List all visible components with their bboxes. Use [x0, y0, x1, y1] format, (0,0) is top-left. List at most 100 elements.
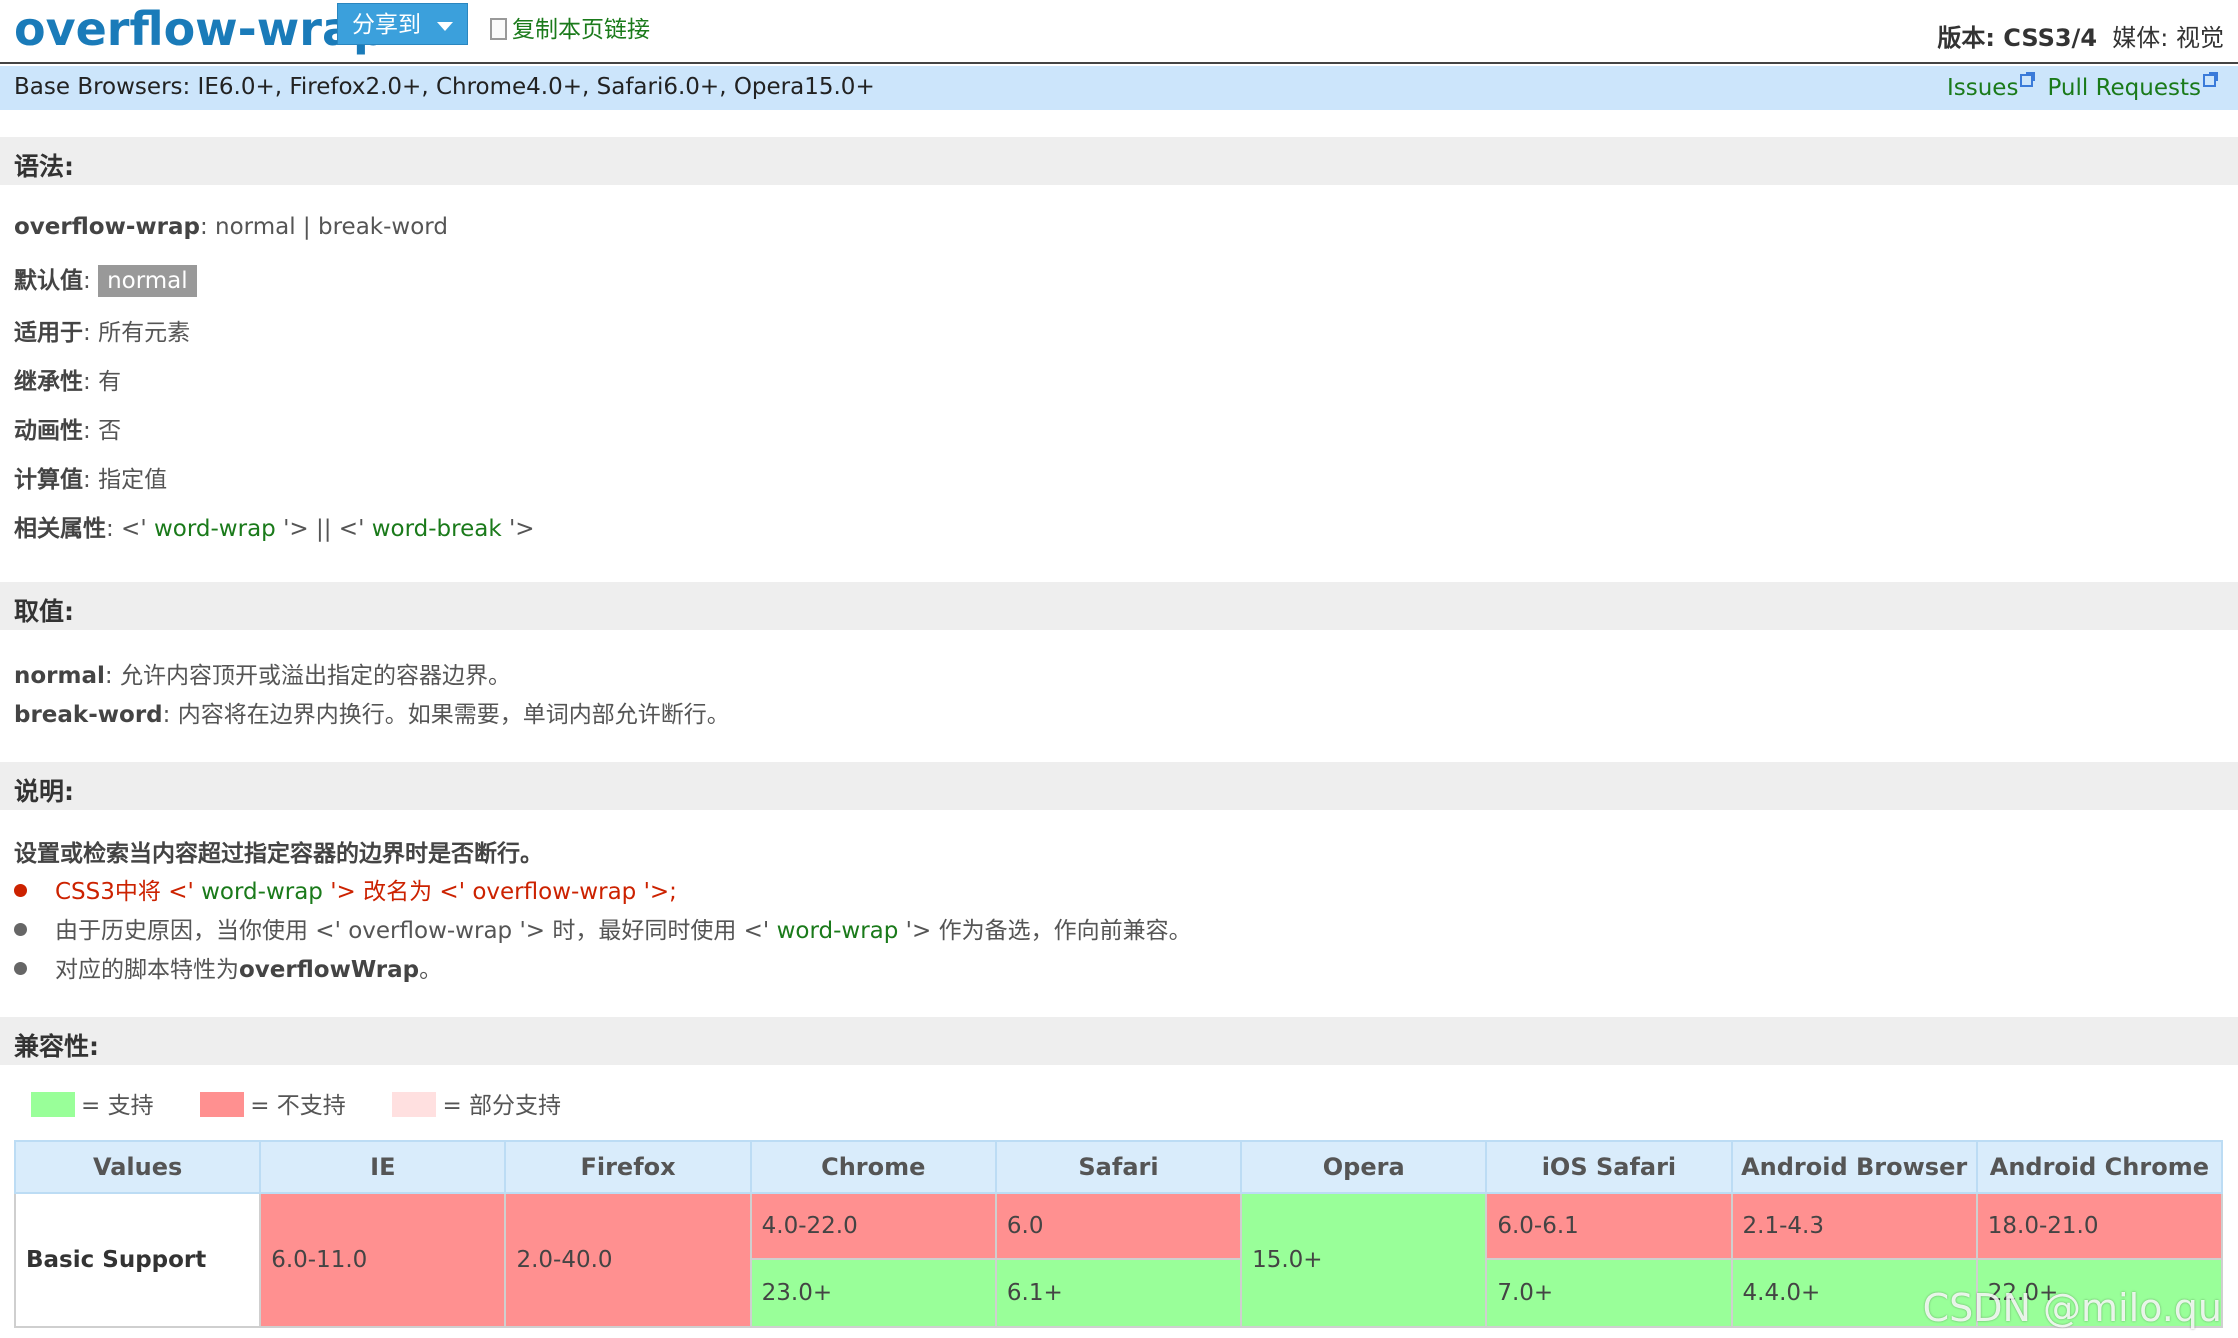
value-normal-desc: 允许内容顶开或溢出指定的容器边界。 [119, 663, 511, 689]
note-3a: 对应的脚本特性为 [55, 957, 239, 983]
related-word-wrap-link[interactable]: word-wrap [154, 516, 276, 542]
copy-link-label: 复制本页链接 [512, 17, 650, 43]
property-name: overflow-wrap [14, 214, 200, 240]
android-unsupported: 2.1-4.3 [1732, 1194, 1976, 1260]
note-1d: overflow-wrap [472, 879, 637, 905]
value-break-word-desc: 内容将在边界内换行。如果需要，单词内部允许断行。 [177, 702, 730, 728]
media-label: 媒体 [2112, 24, 2161, 52]
applies-row: 适用于: 所有元素 [14, 320, 191, 346]
word-wrap-link[interactable]: word-wrap [201, 879, 323, 905]
inherit-value: 有 [98, 369, 122, 395]
related-word-break-link[interactable]: word-break [372, 516, 502, 542]
animation-row: 动画性: 否 [14, 418, 122, 444]
related-label: 相关属性 [14, 516, 106, 542]
caret-down-icon [437, 22, 453, 31]
col-header: Values [13, 1140, 262, 1194]
notes-heading: 说明: [14, 777, 74, 806]
bullet-icon [14, 923, 27, 936]
note-2a: 由于历史原因，当你使用 <' overflow-wrap '> 时，最好同时使用… [55, 918, 777, 944]
android-chrome-unsupported: 18.0-21.0 [1977, 1194, 2221, 1260]
header-divider [0, 62, 2238, 64]
note-item: CSS3中将 <' word-wrap '> 改名为 <' overflow-w… [14, 872, 677, 906]
copy-link[interactable]: 复制本页链接 [490, 10, 650, 44]
document-icon [490, 18, 507, 40]
issues-link[interactable]: Issues [1947, 75, 2018, 101]
note-3b: overflowWrap [239, 957, 420, 983]
notes-header [0, 762, 2238, 810]
opera-support: 15.0+ [1252, 1247, 1323, 1273]
value-normal-row: normal: 允许内容顶开或溢出指定的容器边界。 [14, 663, 511, 689]
compat-header [0, 1017, 2238, 1065]
default-row: 默认值: normal [14, 261, 197, 297]
chrome-supported: 23.0+ [751, 1260, 995, 1326]
ios-supported: 7.0+ [1487, 1260, 1731, 1326]
compat-row-basic-support: Basic Support 6.0-11.0 2.0-40.0 4.0-22.0… [13, 1192, 2224, 1328]
animation-label: 动画性 [14, 418, 83, 444]
bullet-icon [14, 884, 27, 897]
note-1a: CSS3中将 <' [55, 879, 202, 905]
computed-value: 指定值 [98, 467, 168, 493]
share-button[interactable]: 分享到 [337, 3, 468, 45]
col-header: Opera [1240, 1140, 1488, 1194]
col-header: Android Chrome [1975, 1140, 2224, 1194]
related-row: 相关属性: <' word-wrap '> || <' word-break '… [14, 516, 535, 542]
syntax-row: overflow-wrap: normal | break-word [14, 214, 448, 240]
safari-unsupported: 6.0 [996, 1194, 1241, 1260]
note-item: 由于历史原因，当你使用 <' overflow-wrap '> 时，最好同时使用… [14, 911, 1192, 945]
value-normal-name: normal [14, 663, 105, 689]
share-label: 分享到 [352, 12, 421, 38]
page-title: overflow-wrap [14, 2, 386, 56]
legend-partial-swatch [392, 1092, 437, 1117]
repo-links: Issues Pull Requests [1947, 72, 2218, 101]
default-value-badge: normal [98, 265, 197, 297]
firefox-support: 2.0-40.0 [516, 1247, 613, 1273]
col-header: Android Browser [1730, 1140, 1978, 1194]
values-heading: 取值: [14, 597, 74, 626]
note-1c: '> 改名为 <' [322, 879, 473, 905]
animation-value: 否 [98, 418, 122, 444]
compat-table: Values IE Firefox Chrome Safari Opera iO… [13, 1140, 2224, 1328]
inherit-label: 继承性 [14, 369, 83, 395]
computed-row: 计算值: 指定值 [14, 467, 168, 493]
compat-heading: 兼容性: [14, 1032, 99, 1061]
legend-supported-swatch [31, 1092, 75, 1117]
external-link-icon [2203, 72, 2218, 87]
inherit-row: 继承性: 有 [14, 369, 122, 395]
external-link-icon [2020, 72, 2036, 87]
syntax-header [0, 137, 2238, 185]
bullet-icon [14, 962, 27, 975]
value-break-word-name: break-word [14, 702, 163, 728]
version-info: 版本: CSS3/4 媒体: 视觉 [1937, 24, 2224, 52]
chrome-unsupported: 4.0-22.0 [751, 1194, 995, 1260]
note-3c: 。 [419, 957, 443, 983]
version-value: CSS3/4 [2003, 24, 2098, 52]
base-browsers-text: Base Browsers: IE6.0+, Firefox2.0+, Chro… [14, 74, 875, 100]
row-label: Basic Support [16, 1194, 260, 1326]
values-header [0, 582, 2238, 630]
applies-label: 适用于 [14, 320, 83, 346]
note-2c: '> 作为备选，作向前兼容。 [898, 918, 1192, 944]
value-break-word-row: break-word: 内容将在边界内换行。如果需要，单词内部允许断行。 [14, 702, 730, 728]
ie-support: 6.0-11.0 [271, 1247, 368, 1273]
default-label: 默认值 [14, 268, 83, 294]
safari-supported: 6.1+ [996, 1260, 1241, 1326]
watermark: CSDN @milo.qu [1922, 1286, 2222, 1330]
version-label: 版本 [1937, 24, 1986, 52]
legend-supported: = 支持 [81, 1093, 154, 1119]
media-value: 视觉 [2176, 24, 2224, 52]
legend-unsupported-swatch [200, 1092, 245, 1117]
legend-unsupported: = 不支持 [250, 1093, 346, 1119]
notes-summary: 设置或检索当内容超过指定容器的边界时是否断行。 [14, 841, 543, 867]
applies-value: 所有元素 [98, 320, 191, 346]
pull-requests-link[interactable]: Pull Requests [2047, 75, 2201, 101]
property-values: normal | break-word [215, 214, 448, 240]
col-header: Chrome [749, 1140, 997, 1194]
compat-header-row: Values IE Firefox Chrome Safari Opera iO… [13, 1140, 2224, 1194]
note-1e: '>; [636, 879, 677, 905]
ios-unsupported: 6.0-6.1 [1487, 1194, 1731, 1260]
note-item: 对应的脚本特性为overflowWrap。 [14, 950, 442, 984]
word-wrap-link[interactable]: word-wrap [777, 918, 899, 944]
col-header: IE [259, 1140, 507, 1194]
syntax-heading: 语法: [14, 152, 74, 181]
col-header: Firefox [504, 1140, 752, 1194]
